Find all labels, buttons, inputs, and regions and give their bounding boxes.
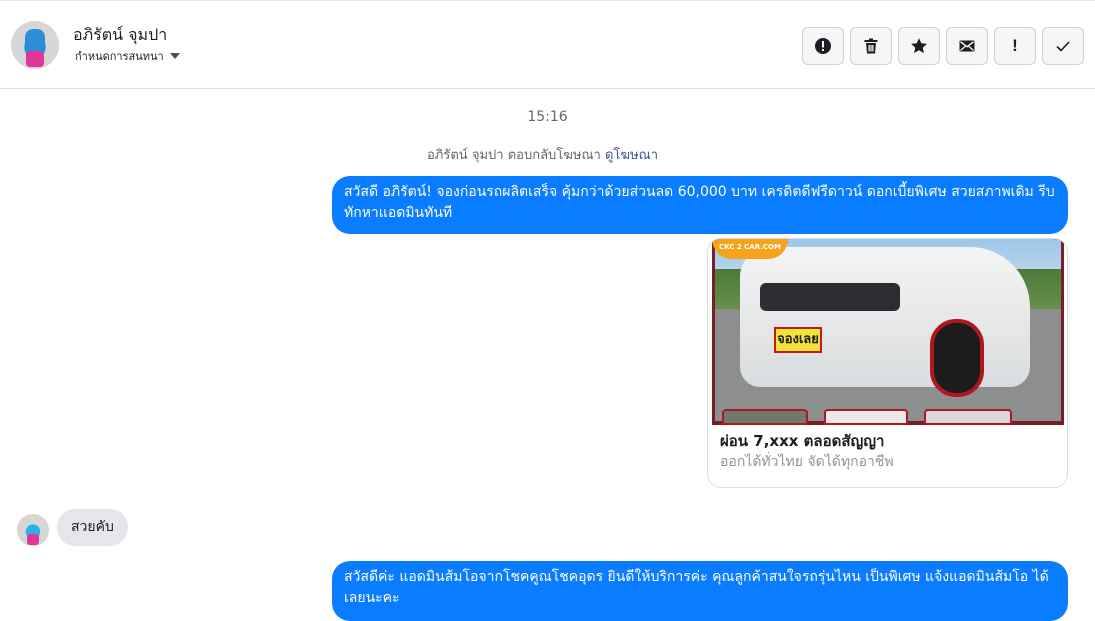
header-actions: ! (802, 27, 1084, 65)
contact-avatar[interactable] (11, 21, 59, 69)
exclamation-circle-icon (815, 38, 831, 54)
exclamation-icon: ! (1012, 36, 1018, 55)
trash-icon (864, 38, 878, 54)
ad-image[interactable]: จองเลย CKC 2 CAR.COM (712, 239, 1064, 425)
check-icon (1056, 41, 1070, 52)
conversation-header: อภิรัตน์ จุมปา กำหนดการสนทนา ! (0, 0, 1095, 89)
ad-image-logo: CKC 2 CAR.COM (712, 239, 788, 259)
ad-card-description: ออกได้ทั่วไทย จัดได้ทุกอาชีพ (720, 454, 894, 470)
follow-up-button[interactable]: ! (994, 27, 1036, 65)
message-timestamp: 15:16 (527, 109, 568, 125)
ad-image-plate: จองเลย (774, 327, 822, 353)
ad-reply-note: อภิรัตน์ จุมปา ตอบกลับโฆษณา ดูโฆษณา (0, 144, 1085, 165)
incoming-message[interactable]: สวยคับ (57, 509, 128, 546)
star-button[interactable] (898, 27, 940, 65)
contact-avatar-small (17, 514, 49, 546)
caret-down-icon (169, 53, 180, 59)
assign-conversation-label: กำหนดการสนทนา (75, 50, 164, 63)
ad-card-title: ผ่อน 7,xxx ตลอดสัญญา (720, 432, 885, 450)
ad-reply-text: อภิรัตน์ จุมปา ตอบกลับโฆษณา (427, 148, 601, 163)
mark-done-button[interactable] (1042, 27, 1084, 65)
ad-card[interactable]: จองเลย CKC 2 CAR.COM ผ่อน 7,xxx ตลอดสัญญ… (707, 238, 1068, 488)
star-icon (911, 38, 927, 54)
contact-name[interactable]: อภิรัตน์ จุมปา (73, 23, 167, 48)
report-spam-button[interactable] (802, 27, 844, 65)
view-ad-link[interactable]: ดูโฆษณา (605, 148, 658, 163)
delete-button[interactable] (850, 27, 892, 65)
assign-conversation-dropdown[interactable]: กำหนดการสนทนา (75, 47, 180, 65)
outgoing-message[interactable]: สวัสดี อภิรัตน์! จองก่อนรถผลิตเสร็จ คุ้ม… (332, 176, 1068, 234)
outgoing-message[interactable]: สวัสดีค่ะ แอดมินส้มโอจากโชคคูณโชคอุดร ยิ… (332, 561, 1068, 621)
mark-unread-button[interactable] (946, 27, 988, 65)
envelope-icon (959, 40, 975, 52)
